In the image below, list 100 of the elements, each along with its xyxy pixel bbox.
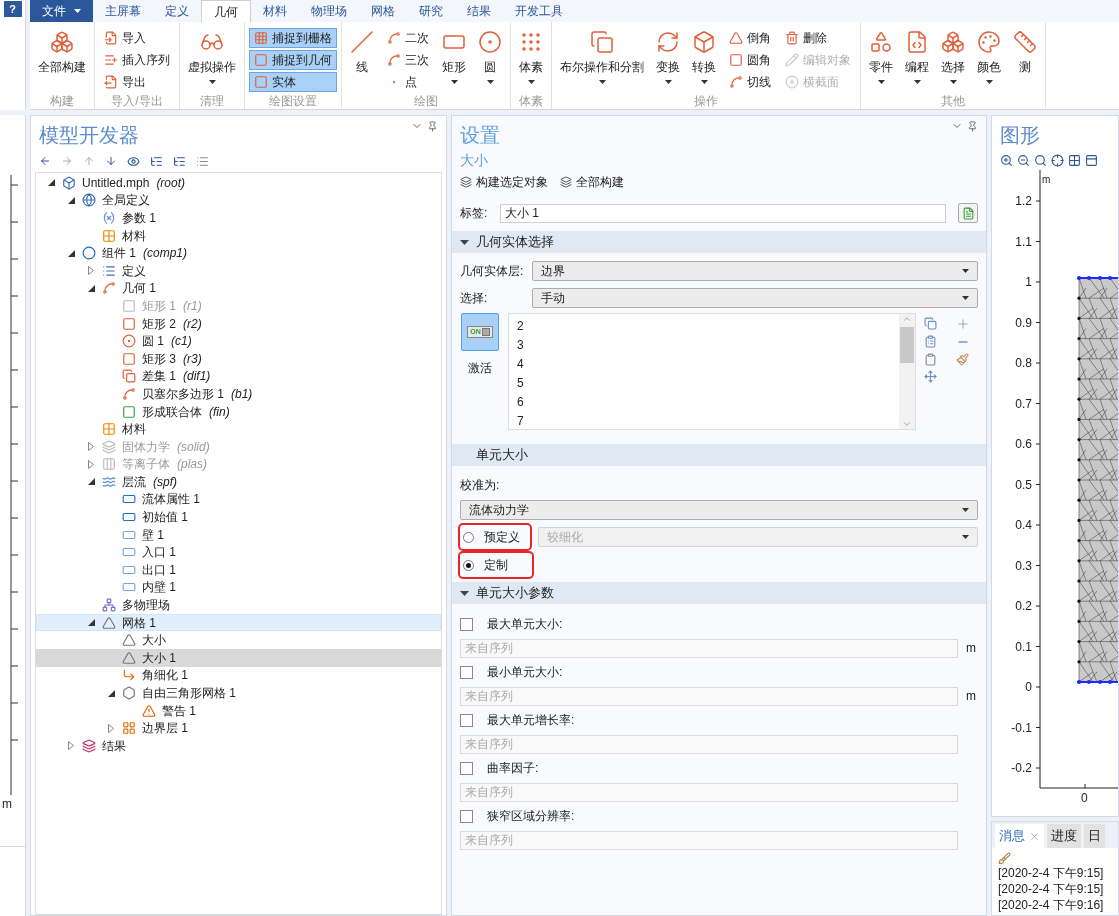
list-icon[interactable] [196, 154, 209, 168]
dropdown[interactable]: 手动 [532, 288, 978, 308]
label-field[interactable]: 大小 1 [500, 203, 946, 223]
move-down-icon[interactable] [105, 155, 117, 167]
zoom-box-icon[interactable] [1034, 153, 1047, 167]
ribbon-tab[interactable]: 结果 [455, 0, 503, 22]
broom-icon[interactable] [998, 852, 1011, 865]
tree-item[interactable]: 警告 1 [36, 701, 441, 720]
ribbon-button[interactable]: 圆 [474, 26, 506, 92]
dropdown[interactable]: 边界 [532, 261, 978, 281]
tree-item[interactable]: 出口 1 [36, 561, 441, 579]
list-item[interactable]: 6 [517, 393, 899, 412]
ribbon-button[interactable]: 全部构建 [34, 26, 90, 92]
param-checkbox[interactable]: 最大单元增长率: [460, 708, 978, 732]
tree-item[interactable]: 定义 [36, 261, 441, 280]
radio-option[interactable]: 定制 [460, 553, 532, 577]
close-icon[interactable] [1029, 830, 1040, 842]
ribbon-button[interactable]: 颜色 [973, 26, 1005, 92]
pin-icon[interactable] [427, 120, 438, 132]
ribbon-button[interactable]: 插入序列 [99, 50, 175, 70]
zoom-in-icon[interactable] [1000, 153, 1013, 167]
expanded-icon[interactable] [87, 284, 95, 292]
ribbon-tab[interactable]: 物理场 [299, 0, 359, 22]
ribbon-button[interactable]: 测 [1009, 26, 1041, 92]
ribbon-button[interactable]: 线 [346, 26, 378, 92]
toggle-button[interactable]: 实体 [249, 72, 337, 92]
tree-item[interactable]: 矩形 3 (r3) [36, 349, 441, 368]
pin-icon[interactable] [967, 120, 978, 132]
ribbon-tab[interactable]: 几何 [201, 0, 251, 22]
ribbon-button[interactable]: 导入 [99, 28, 175, 48]
collapse-all-icon[interactable] [173, 154, 186, 168]
ribbon-button[interactable]: 转换 [688, 26, 720, 92]
expanded-icon[interactable] [67, 196, 75, 204]
tree-item[interactable]: 几何 1 [36, 279, 441, 298]
ribbon-button[interactable]: 矩形 [438, 26, 470, 92]
file-menu-button[interactable]: 文件 [30, 0, 93, 22]
toggle-button[interactable]: 捕捉到几何 [249, 50, 337, 70]
tree-item[interactable]: 壁 1 [36, 525, 441, 544]
param-field[interactable]: 来自序列 [460, 638, 958, 658]
list-item[interactable]: 7 [517, 412, 899, 429]
tree-item[interactable]: 自由三角形网格 1 [36, 684, 441, 702]
param-checkbox[interactable]: 最小单元大小: [460, 660, 978, 684]
list-item[interactable]: 2 [517, 317, 899, 336]
tree-item[interactable]: 多物理场 [36, 596, 441, 614]
ribbon-button[interactable]: 倒角 [724, 28, 776, 48]
crosshair-icon[interactable] [1051, 153, 1064, 167]
tree-item[interactable]: 角细化 1 [36, 666, 441, 685]
zoom-out-icon[interactable] [1017, 153, 1030, 167]
move-icon[interactable] [924, 370, 937, 383]
expand-all-icon[interactable] [150, 154, 163, 168]
ribbon-tab[interactable]: 研究 [407, 0, 455, 22]
comment-button[interactable] [958, 203, 978, 223]
copy-icon[interactable] [924, 317, 937, 330]
collapsed-icon[interactable] [68, 741, 74, 751]
tree-item[interactable]: 网格 1 [36, 613, 441, 632]
tree-item[interactable]: 圆 1 (c1) [36, 332, 441, 350]
expanded-icon[interactable] [47, 179, 55, 187]
param-checkbox[interactable]: 狭窄区域分辨率: [460, 804, 978, 828]
param-field[interactable]: 来自序列 [460, 830, 958, 850]
param-checkbox[interactable]: 最大单元大小: [460, 612, 978, 636]
tree-item[interactable]: 入口 1 [36, 543, 441, 562]
tree-item[interactable]: 结果 [36, 737, 441, 755]
section-header[interactable]: 单元大小参数 [452, 582, 986, 604]
param-field[interactable]: 来自序列 [460, 734, 958, 754]
brush-icon[interactable] [956, 353, 969, 366]
tree-item[interactable]: 材料 [36, 420, 441, 438]
section-header[interactable]: 几何实体选择 [452, 231, 986, 253]
tree-item[interactable]: 内壁 1 [36, 578, 441, 597]
ribbon-button[interactable]: 变换 [652, 26, 684, 92]
panel-tab[interactable]: 进度 [1047, 824, 1081, 848]
list-item[interactable]: 5 [517, 374, 899, 393]
tree-item[interactable]: 层流 (spf) [36, 473, 441, 491]
clipboard-list-icon[interactable] [924, 335, 937, 348]
ribbon-button[interactable]: 二次 [382, 28, 434, 48]
panel-icon[interactable] [1085, 153, 1098, 167]
ribbon-button[interactable]: 选择 [937, 26, 969, 92]
ribbon-tab[interactable]: 材料 [251, 0, 299, 22]
tree-item[interactable]: 初始值 1 [36, 508, 441, 526]
ribbon-button[interactable]: 虚拟操作 [184, 26, 240, 92]
tree-item[interactable]: 形成联合体 (fin) [36, 402, 441, 421]
tree-item[interactable]: 大小 [36, 631, 441, 650]
tree-item[interactable]: 矩形 2 (r2) [36, 314, 441, 333]
panel-tab[interactable]: 日 [1084, 824, 1105, 848]
param-field[interactable]: 来自序列 [460, 782, 958, 802]
eye-icon[interactable] [127, 154, 140, 168]
tree-item[interactable]: 贝塞尔多边形 1 (b1) [36, 385, 441, 403]
tree-item[interactable]: 流体属性 1 [36, 490, 441, 509]
toolbar-button[interactable]: 全部构建 [560, 173, 624, 191]
ribbon-button[interactable]: 导出 [99, 72, 175, 92]
toolbar-button[interactable]: 构建选定对象 [460, 173, 548, 191]
tree-item[interactable]: 差集 1 (dif1) [36, 367, 441, 386]
ribbon-button[interactable]: 圆角 [724, 50, 776, 70]
dropdown[interactable]: 流体动力学 [460, 500, 978, 520]
expanded-icon[interactable] [67, 249, 75, 257]
expanded-icon[interactable] [87, 478, 95, 486]
list-item[interactable]: 4 [517, 355, 899, 374]
ribbon-button[interactable]: 体素 [515, 26, 547, 92]
ribbon-button[interactable]: 删除 [780, 28, 856, 48]
ribbon-tab[interactable]: 网格 [359, 0, 407, 22]
panel-tab[interactable]: 消息 [995, 824, 1044, 848]
